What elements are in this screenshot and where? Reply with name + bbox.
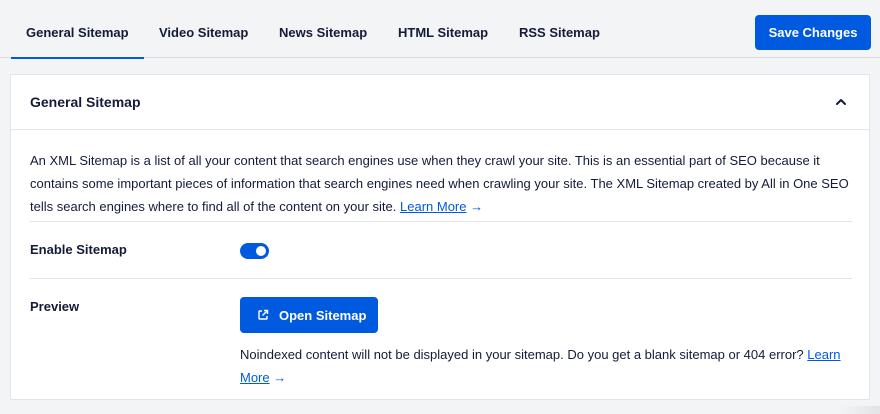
divider [30,221,852,222]
tab-news-sitemap[interactable]: News Sitemap [279,0,367,58]
toggle-knob [256,246,266,256]
external-link-icon [258,309,269,320]
preview-label: Preview [30,299,80,314]
general-sitemap-card: General Sitemap An XML Sitemap is a list… [10,74,870,400]
open-sitemap-button[interactable]: Open Sitemap [240,297,378,333]
open-sitemap-label: Open Sitemap [279,307,367,323]
tab-video-sitemap[interactable]: Video Sitemap [159,0,248,58]
learn-more-link[interactable]: Learn More [400,199,466,214]
note-text: Noindexed content will not be displayed … [240,347,804,362]
card-title: General Sitemap [30,94,141,110]
sitemap-description: An XML Sitemap is a list of all your con… [30,149,860,218]
card-header[interactable]: General Sitemap [11,75,869,130]
tab-html-sitemap[interactable]: HTML Sitemap [398,0,488,58]
tab-rss-sitemap[interactable]: RSS Sitemap [519,0,600,58]
arrow-right-icon: → [273,370,287,385]
save-changes-button[interactable]: Save Changes [755,15,871,50]
enable-sitemap-toggle[interactable] [240,243,269,259]
divider [30,278,852,279]
corner-shade [840,406,880,414]
chevron-up-icon[interactable] [834,95,848,109]
tabs-bar: General Sitemap Video Sitemap News Sitem… [0,0,880,59]
arrow-right-icon: → [470,199,484,214]
tab-general-sitemap[interactable]: General Sitemap [11,0,144,59]
preview-note: Noindexed content will not be displayed … [240,343,860,389]
enable-sitemap-label: Enable Sitemap [30,242,127,257]
